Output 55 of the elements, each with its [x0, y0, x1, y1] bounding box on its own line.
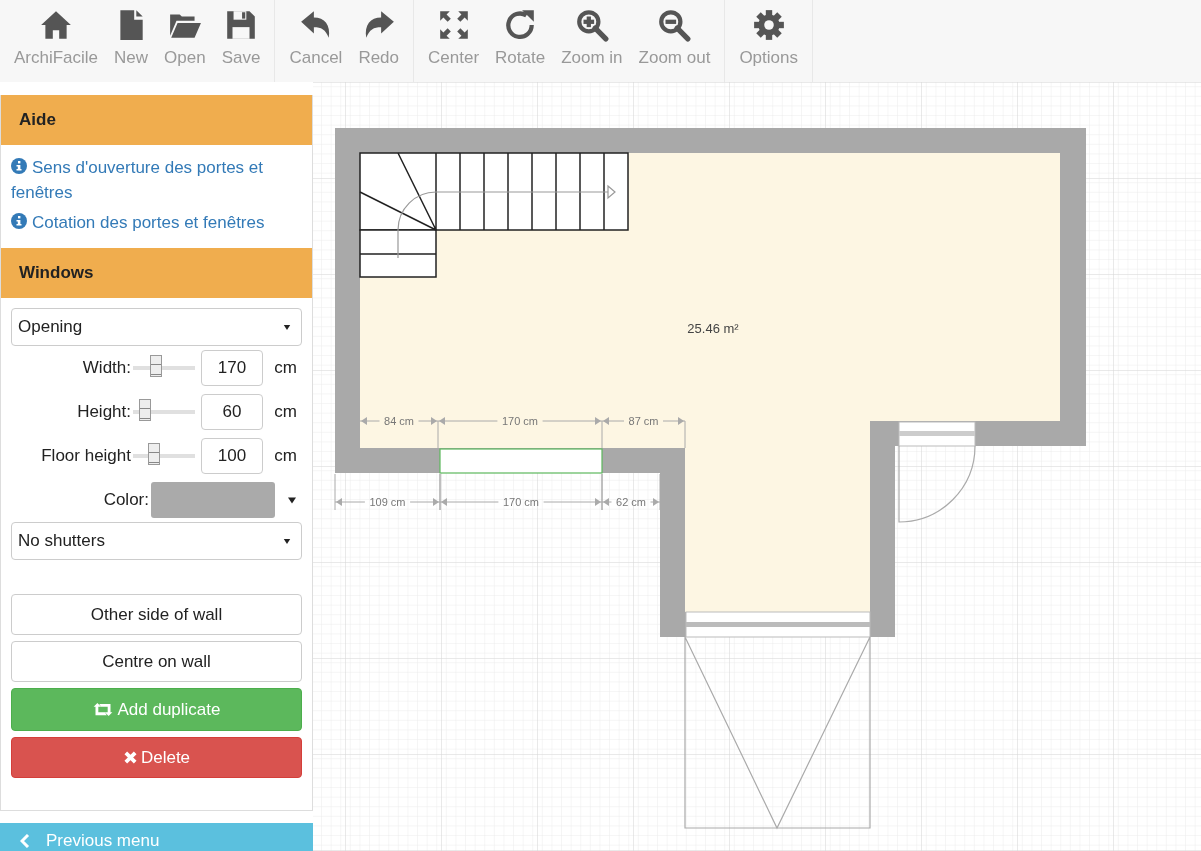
dimension-label: 170 cm: [502, 496, 540, 508]
panel-heading: Windows: [1, 248, 312, 298]
slider-label: Width:: [82, 358, 131, 378]
slider-label: Height:: [77, 402, 131, 422]
toolbar-button[interactable]: Options: [731, 0, 806, 82]
caret-icon: [283, 537, 291, 545]
slider-handle[interactable]: [148, 443, 160, 465]
zoom-in-icon: [574, 8, 609, 42]
dimension-label: 170 cm: [501, 415, 539, 427]
color-picker[interactable]: [151, 482, 275, 518]
action-button[interactable]: Other side of wall: [11, 594, 302, 635]
toolbar-button[interactable]: Open: [156, 0, 214, 82]
toolbar-button[interactable]: ArchiFacile: [6, 0, 107, 82]
toolbar-button[interactable]: Redo: [350, 0, 407, 82]
number-field[interactable]: 60: [201, 394, 263, 430]
action-button[interactable]: Centre on wall: [11, 641, 302, 682]
number-field[interactable]: 170: [201, 350, 263, 386]
dimension-label: 87 cm: [628, 415, 659, 427]
caret-icon[interactable]: [287, 495, 297, 505]
color-label: Color:: [103, 490, 149, 510]
slider-handle[interactable]: [149, 355, 162, 377]
toolbar-button[interactable]: Zoom out: [630, 0, 719, 82]
chevron-left-icon: [20, 834, 30, 848]
add-duplicate-button[interactable]: Add duplicate: [11, 688, 302, 731]
delete-button[interactable]: Delete: [11, 737, 302, 778]
toolbar-button[interactable]: Zoom in: [553, 0, 631, 82]
help-link[interactable]: Cotation des portes et fenêtres: [11, 210, 302, 235]
dimension-label: 84 cm: [384, 415, 414, 427]
previous-menu-button[interactable]: Previous menu: [0, 823, 313, 851]
window-type-select[interactable]: Opening: [11, 308, 302, 346]
dimension-label: 62 cm: [616, 496, 646, 508]
caret-icon: [283, 323, 291, 331]
toolbar-button[interactable]: New: [106, 0, 157, 82]
unit-label: cm: [273, 446, 297, 466]
number-field[interactable]: 100: [201, 438, 263, 474]
window-opening[interactable]: [439, 448, 603, 474]
toolbar-button[interactable]: Cancel: [281, 0, 351, 82]
shutters-select[interactable]: No shutters: [11, 522, 302, 560]
close-icon: [122, 750, 138, 765]
info-icon: [11, 213, 27, 229]
toolbar-button[interactable]: Center: [420, 0, 488, 82]
slider-label: Floor height: [41, 446, 131, 466]
area-label: 25.46 m²: [687, 321, 739, 336]
unit-label: cm: [273, 402, 297, 422]
help-link[interactable]: Sens d'ouverture des portes et fenêtres: [11, 155, 302, 205]
unit-label: cm: [273, 358, 297, 378]
dimension-label: 109 cm: [369, 496, 406, 508]
slider-handle[interactable]: [139, 399, 151, 421]
zoom-out-icon: [657, 8, 692, 42]
toolbar-button[interactable]: Rotate: [487, 0, 554, 82]
repeat-icon: [92, 702, 115, 717]
panel-heading: Aide: [1, 95, 312, 145]
settings-icon: [751, 8, 786, 42]
info-icon: [11, 158, 27, 174]
toolbar-button[interactable]: Save: [213, 0, 269, 82]
